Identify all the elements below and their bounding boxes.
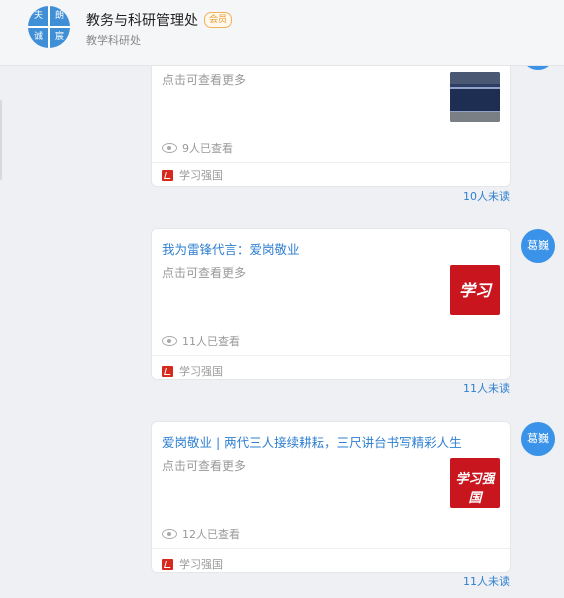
card-divider: [152, 355, 510, 356]
logo-char: 宸: [54, 32, 64, 42]
card-divider: [152, 548, 510, 549]
logo-char: 夫: [33, 11, 43, 21]
view-count: 11人已查看: [162, 333, 240, 349]
view-count-text: 9人已查看: [182, 142, 233, 155]
sender-avatar[interactable]: 葛巍: [521, 229, 555, 263]
message-card[interactable]: 我为雷锋代言：爱岗敬业 学习 点击可查看更多 11人已查看 学习强国: [151, 228, 511, 380]
org-subtitle: 教学科研处: [86, 34, 141, 47]
message-card[interactable]: 爱岗敬业 | 两代三人接续耕耘，三尺讲台书写精彩人生 学习强国 点击可查看更多 …: [151, 421, 511, 573]
unread-count[interactable]: 10人未读: [463, 188, 510, 204]
card-source: 学习强国: [162, 167, 223, 183]
source-name: 学习强国: [179, 558, 223, 571]
card-source: 学习强国: [162, 556, 223, 572]
unread-count[interactable]: 11人未读: [463, 380, 510, 396]
xuexi-logo-icon: [162, 169, 173, 181]
blue-sign-image: [450, 72, 500, 122]
eye-icon: [162, 143, 177, 153]
card-source: 学习强国: [162, 363, 223, 379]
card-divider: [152, 162, 510, 163]
logo-char: 诚: [33, 32, 43, 42]
view-count: 9人已查看: [162, 140, 233, 156]
xuexi-qiangguo-red-image: 学习强国: [450, 458, 500, 508]
xuexi-logo-icon: [162, 558, 173, 570]
view-count-text: 12人已查看: [182, 528, 240, 541]
logo-char: 朗: [54, 11, 64, 21]
card-title[interactable]: 我为雷锋代言：爱岗敬业: [162, 239, 502, 258]
sender-avatar[interactable]: 葛巍: [521, 422, 555, 456]
org-name[interactable]: 教务与科研管理处: [86, 10, 198, 30]
member-badge: 会员: [204, 12, 233, 28]
unread-count[interactable]: 11人未读: [463, 573, 510, 589]
card-description: 点击可查看更多: [162, 73, 247, 87]
xuexi-logo-icon: [162, 365, 173, 377]
source-name: 学习强国: [179, 365, 223, 378]
eye-icon: [162, 336, 177, 346]
source-name: 学习强国: [179, 169, 223, 182]
chat-header: 夫 朗 诚 宸 教务与科研管理处 会员 教学科研处: [0, 0, 564, 66]
card-description: 点击可查看更多: [162, 459, 247, 473]
scroll-indicator[interactable]: [0, 100, 2, 180]
view-count: 12人已查看: [162, 526, 240, 542]
view-count-text: 11人已查看: [182, 335, 240, 348]
card-description: 点击可查看更多: [162, 266, 247, 280]
card-title[interactable]: 爱岗敬业 | 两代三人接续耕耘，三尺讲台书写精彩人生: [162, 432, 502, 451]
org-logo[interactable]: 夫 朗 诚 宸: [28, 6, 70, 48]
xuexi-red-image: 学习: [450, 265, 500, 315]
eye-icon: [162, 529, 177, 539]
